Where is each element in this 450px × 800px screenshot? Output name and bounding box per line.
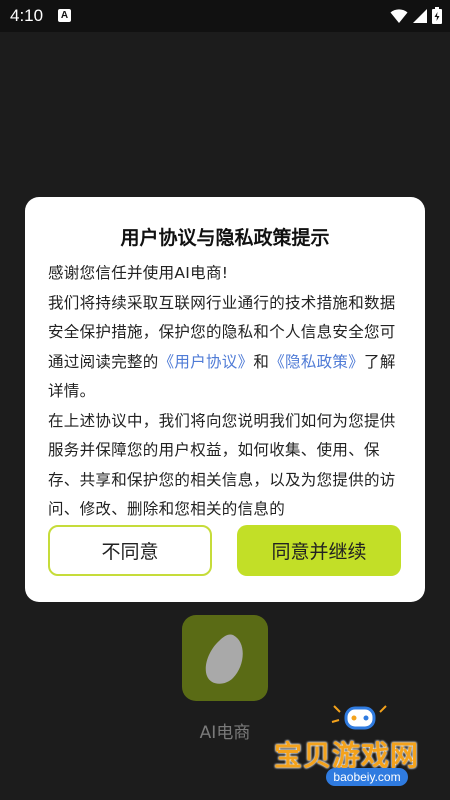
watermark-url: baobeiy.com [326,768,408,786]
privacy-policy-link[interactable]: 《隐私政策》 [269,353,364,371]
status-bar: 4:10 A [0,0,450,32]
battery-icon [432,7,442,24]
user-agreement-link[interactable]: 《用户协议》 [159,353,254,371]
leaf-icon [205,634,243,684]
agreement-paragraph: 我们将持续采取互联网行业通行的技术措施和数据安全保护措施，保护您的隐私和个人信息… [48,289,408,407]
terms-paragraph: 在上述协议中，我们将向您说明我们如何为您提供服务并保障您的用户权益，如何收集、使… [48,411,396,519]
a-icon: A [58,9,71,22]
dialog-body[interactable]: 感谢您信任并使用AI电商! 我们将持续采取互联网行业通行的技术措施和数据安全保护… [48,259,408,565]
disagree-button[interactable]: 不同意 [48,525,212,576]
greeting-text: 感谢您信任并使用AI电商! [48,264,229,282]
app-icon [182,615,268,701]
and-text: 和 [253,352,270,371]
dialog-title: 用户协议与隐私政策提示 [120,227,330,249]
agree-button[interactable]: 同意并继续 [237,525,401,576]
signal-icon [413,8,427,23]
status-time: 4:10 [10,6,44,25]
watermark: 宝贝游戏网 baobeiy.com [270,700,450,795]
status-icons [390,7,442,24]
gamepad-icon [331,705,387,730]
wifi-icon [390,8,408,23]
